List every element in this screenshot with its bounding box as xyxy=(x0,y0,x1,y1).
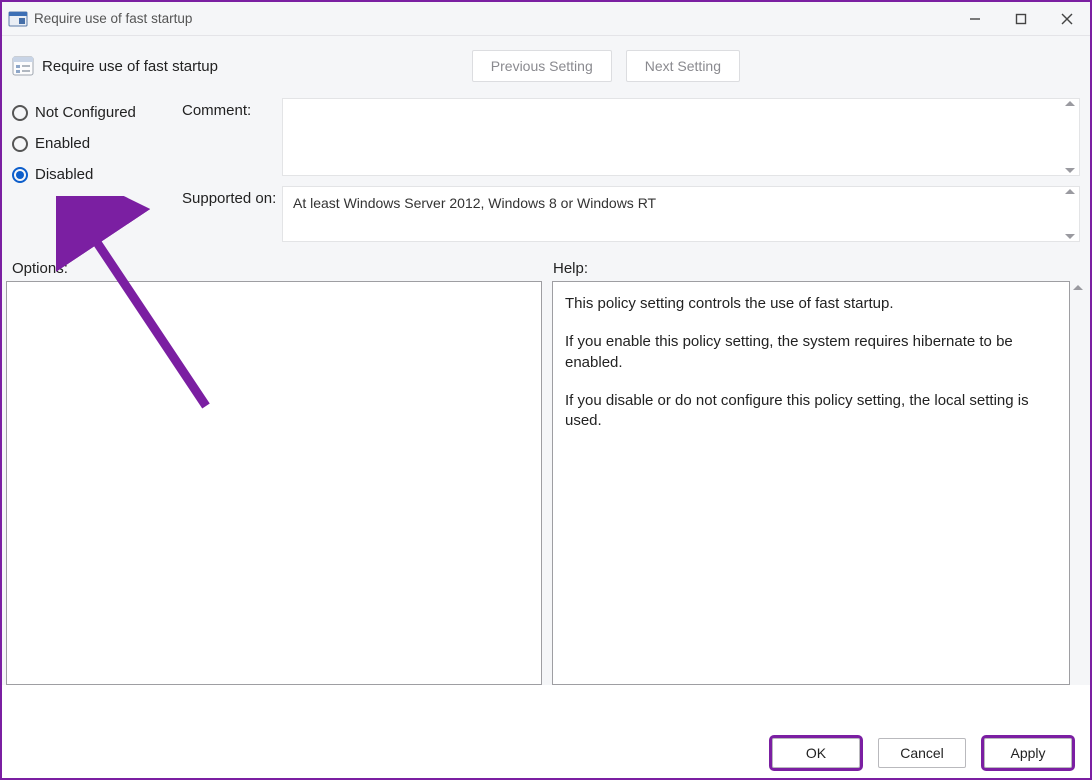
dialog-footer: OK Cancel Apply xyxy=(772,738,1072,768)
options-panel xyxy=(6,281,542,685)
apply-button[interactable]: Apply xyxy=(984,738,1072,768)
help-panel: This policy setting controls the use of … xyxy=(552,281,1070,685)
options-label: Options: xyxy=(12,260,541,277)
minimize-button[interactable] xyxy=(952,2,998,36)
supported-on-box: At least Windows Server 2012, Windows 8 … xyxy=(282,186,1080,242)
app-icon xyxy=(8,9,28,29)
radio-label: Enabled xyxy=(35,135,90,152)
supported-on-label: Supported on: xyxy=(182,186,282,207)
policy-title: Require use of fast startup xyxy=(42,58,218,75)
previous-setting-button[interactable]: Previous Setting xyxy=(472,50,612,82)
radio-label: Disabled xyxy=(35,166,93,183)
help-label: Help: xyxy=(541,260,1075,277)
panels-area: This policy setting controls the use of … xyxy=(2,281,1090,685)
policy-icon xyxy=(12,55,34,77)
radio-disabled[interactable]: Disabled xyxy=(12,166,182,183)
section-labels: Options: Help: xyxy=(2,242,1090,281)
scroll-down-icon xyxy=(1065,168,1075,173)
radio-enabled[interactable]: Enabled xyxy=(12,135,182,152)
comment-label: Comment: xyxy=(182,98,282,119)
close-button[interactable] xyxy=(1044,2,1090,36)
title-bar: Require use of fast startup xyxy=(2,2,1090,36)
scroll-up-icon xyxy=(1073,285,1083,290)
supported-on-value: At least Windows Server 2012, Windows 8 … xyxy=(293,195,656,211)
help-paragraph: This policy setting controls the use of … xyxy=(565,294,1057,314)
radio-icon xyxy=(12,105,28,121)
scroll-up-icon xyxy=(1065,101,1075,106)
radio-icon xyxy=(12,136,28,152)
scrollbar[interactable] xyxy=(1063,189,1077,239)
cancel-button[interactable]: Cancel xyxy=(878,738,966,768)
help-paragraph: If you enable this policy setting, the s… xyxy=(565,332,1057,373)
state-radio-group: Not Configured Enabled Disabled xyxy=(12,98,182,242)
next-setting-button[interactable]: Next Setting xyxy=(626,50,740,82)
ok-button[interactable]: OK xyxy=(772,738,860,768)
scrollbar[interactable] xyxy=(1070,281,1086,685)
comment-textarea[interactable] xyxy=(282,98,1080,176)
header-row: Require use of fast startup Previous Set… xyxy=(2,36,1090,90)
radio-icon xyxy=(12,167,28,183)
scroll-up-icon xyxy=(1065,189,1075,194)
help-paragraph: If you disable or do not configure this … xyxy=(565,391,1057,432)
settings-form: Not Configured Enabled Disabled Comment:… xyxy=(2,90,1090,242)
scroll-down-icon xyxy=(1065,234,1075,239)
window-title: Require use of fast startup xyxy=(34,11,192,26)
maximize-button[interactable] xyxy=(998,2,1044,36)
radio-label: Not Configured xyxy=(35,104,136,121)
radio-not-configured[interactable]: Not Configured xyxy=(12,104,182,121)
scrollbar[interactable] xyxy=(1063,101,1077,173)
